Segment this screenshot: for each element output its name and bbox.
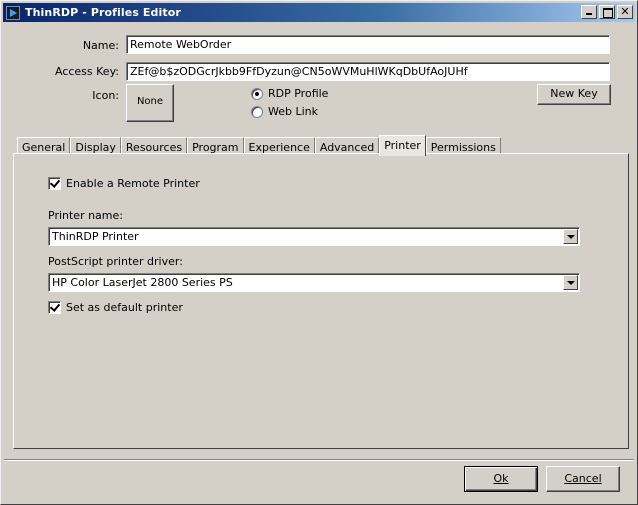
cancel-button-label: Cancel [564,472,602,485]
profiles-editor-window: ThinRDP - Profiles Editor ✕ Name: Remote… [0,0,638,505]
title-bar: ThinRDP - Profiles Editor ✕ [3,3,635,22]
printer-name-select[interactable]: ThinRDP Printer [48,227,580,246]
printer-tab-panel: Enable a Remote Printer Printer name: Th… [13,153,629,449]
ok-button-label: Ok [493,472,509,485]
close-button[interactable]: ✕ [617,5,633,19]
minimize-button[interactable] [581,5,597,19]
printer-driver-select[interactable]: HP Color LaserJet 2800 Series PS [48,273,580,292]
radio-rdp-label: RDP Profile [268,87,329,100]
radio-web-label: Web Link [268,105,319,118]
name-input[interactable]: Remote WebOrder [126,35,610,54]
printer-name-value: ThinRDP Printer [52,230,139,243]
driver-label: PostScript printer driver: [48,255,183,268]
radio-rdp-indicator [251,87,263,100]
new-key-button[interactable]: New Key [537,84,611,105]
enable-remote-printer-checkbox[interactable]: Enable a Remote Printer [48,177,200,190]
app-icon [6,5,20,20]
default-printer-checkbox[interactable]: Set as default printer [48,301,183,314]
ok-button[interactable]: Ok [464,466,538,492]
default-printer-checkmark-icon [48,301,61,314]
chevron-down-icon[interactable] [563,229,578,244]
printer-name-label: Printer name: [48,209,123,222]
maximize-button[interactable] [599,5,615,19]
default-printer-label: Set as default printer [66,301,183,314]
access-key-label: Access Key: [54,65,119,78]
enable-printer-checkmark-icon [48,177,61,190]
radio-web-link[interactable]: Web Link [251,105,318,118]
window-title: ThinRDP - Profiles Editor [25,6,181,19]
enable-printer-label: Enable a Remote Printer [66,177,200,190]
icon-label: Icon: [92,89,119,102]
radio-web-indicator [251,105,263,118]
name-label: Name: [82,39,119,52]
chevron-down-icon[interactable] [563,275,578,290]
tab-printer[interactable]: Printer [379,135,426,156]
icon-button[interactable]: None [126,84,174,122]
cancel-button[interactable]: Cancel [546,466,620,492]
tab-strip: General Display Resources Program Experi… [17,135,501,156]
printer-driver-value: HP Color LaserJet 2800 Series PS [52,276,233,289]
access-key-input[interactable]: ZEf@b$zODGcrJkbb9FfDyzun@CN5oWVMuHlWKqDb… [126,62,610,81]
radio-rdp-profile[interactable]: RDP Profile [251,87,328,100]
footer-divider [4,459,634,461]
